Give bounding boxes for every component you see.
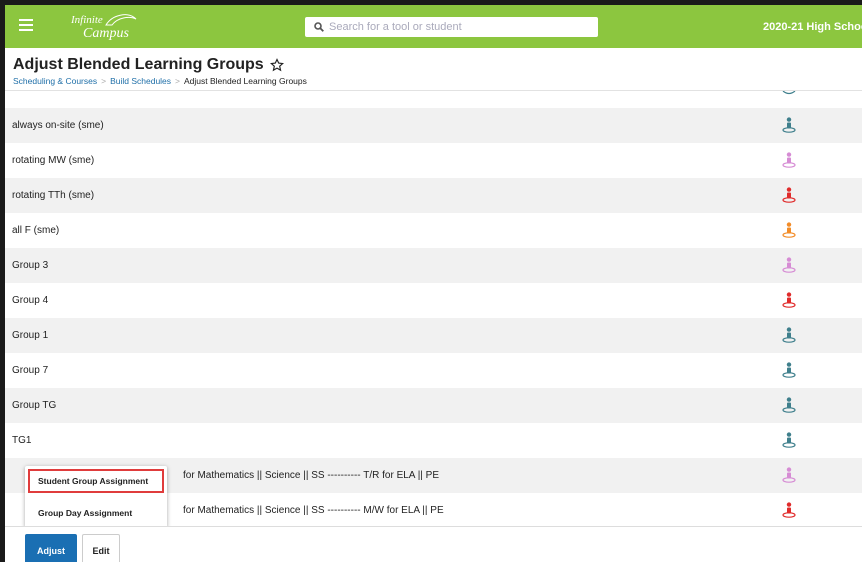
- person-group-icon: [782, 257, 796, 273]
- group-name: rotating MW (sme): [12, 155, 95, 166]
- list-item: [5, 91, 862, 101]
- group-name: always on-site (sme): [12, 120, 104, 131]
- list-item[interactable]: Group 3: [5, 248, 862, 283]
- group-name: TG1: [12, 435, 32, 446]
- person-group-icon: [782, 292, 796, 308]
- list-item[interactable]: Group 4: [5, 283, 862, 318]
- search-input[interactable]: [329, 21, 579, 33]
- app-window: Infinite Campus 2020-21 High Schoo Adjus…: [5, 5, 862, 562]
- list-item[interactable]: all F (sme): [5, 213, 862, 248]
- person-icon: [782, 91, 796, 95]
- person-group-icon: [782, 187, 796, 203]
- group-name: all F (sme): [12, 225, 60, 236]
- star-icon[interactable]: [269, 58, 284, 72]
- list-item[interactable]: TG1: [5, 423, 862, 458]
- group-name: Group 1: [12, 330, 49, 341]
- school-year-selector[interactable]: 2020-21 High Schoo: [763, 21, 862, 33]
- page-title: Adjust Blended Learning Groups: [13, 56, 264, 73]
- top-bar: Infinite Campus 2020-21 High Schoo: [5, 5, 862, 48]
- group-name: for Mathematics || Science || SS -------…: [183, 470, 440, 481]
- group-day-assignment-option[interactable]: Group Day Assignment: [29, 502, 163, 524]
- breadcrumb-build-schedules[interactable]: Build Schedules: [110, 76, 171, 86]
- breadcrumb-separator: >: [175, 76, 181, 86]
- student-group-assignment-option[interactable]: Student Group Assignment: [28, 469, 164, 493]
- breadcrumb-current: Adjust Blended Learning Groups: [184, 76, 307, 86]
- logo-line1: Infinite: [71, 14, 103, 26]
- infinite-campus-logo[interactable]: Infinite Campus: [71, 11, 137, 41]
- breadcrumb-separator: >: [101, 76, 107, 86]
- logo-line2: Campus: [83, 26, 129, 41]
- list-item[interactable]: always on-site (sme): [5, 108, 862, 143]
- list-item[interactable]: Group 1: [5, 318, 862, 353]
- person-group-icon: [782, 362, 796, 378]
- group-name: rotating TTh (sme): [12, 190, 95, 201]
- group-name: Group 7: [12, 365, 49, 376]
- breadcrumb: Scheduling & Courses > Build Schedules >…: [13, 76, 862, 86]
- group-name: Group 3: [12, 260, 49, 271]
- person-group-icon: [782, 117, 796, 133]
- list-item[interactable]: rotating TTh (sme): [5, 178, 862, 213]
- person-group-icon: [782, 432, 796, 448]
- logo-swoosh-icon: [105, 14, 137, 26]
- group-list: always on-site (sme) rotating MW (sme) rot…: [5, 91, 862, 526]
- assignment-menu: Student Group Assignment Group Day Assig…: [25, 466, 167, 528]
- adjust-button[interactable]: Adjust: [25, 534, 77, 562]
- list-item[interactable]: Group TG: [5, 388, 862, 423]
- person-group-icon: [782, 397, 796, 413]
- edit-button[interactable]: Edit: [82, 534, 120, 562]
- person-group-icon: [782, 222, 796, 238]
- group-name: Group TG: [12, 400, 57, 411]
- person-group-icon: [782, 327, 796, 343]
- group-name: for Mathematics || Science || SS -------…: [183, 505, 444, 516]
- search-box[interactable]: [305, 17, 598, 37]
- search-icon: [314, 22, 324, 32]
- page-header: Adjust Blended Learning Groups Schedulin…: [5, 48, 862, 91]
- person-group-icon: [782, 467, 796, 483]
- action-bar: Adjust Edit: [5, 526, 862, 562]
- breadcrumb-scheduling-courses[interactable]: Scheduling & Courses: [13, 76, 97, 86]
- list-item[interactable]: rotating MW (sme): [5, 143, 862, 178]
- menu-icon[interactable]: [15, 16, 37, 36]
- list-item[interactable]: Group 7: [5, 353, 862, 388]
- person-group-icon: [782, 502, 796, 518]
- person-group-icon: [782, 152, 796, 168]
- group-name: Group 4: [12, 295, 49, 306]
